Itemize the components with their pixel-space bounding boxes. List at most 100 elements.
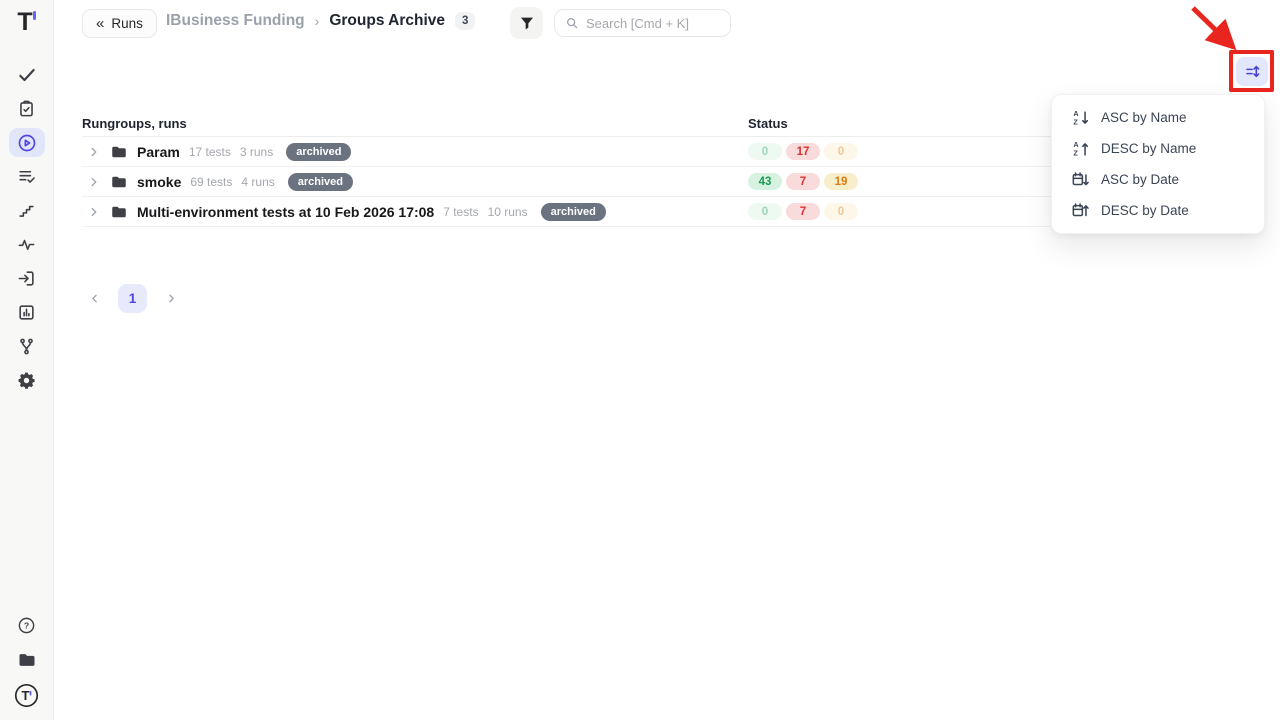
help-icon: ? xyxy=(17,616,36,635)
breadcrumb: IBusiness Funding › Groups Archive 3 xyxy=(166,12,475,30)
sort-az-up-icon: AZ xyxy=(1072,140,1090,158)
passed-chip: 0 xyxy=(748,203,782,220)
page-number-button[interactable]: 1 xyxy=(118,284,147,313)
sidebar-item-projects[interactable] xyxy=(9,647,45,673)
expand-chevron-icon[interactable] xyxy=(87,205,101,219)
folder-icon xyxy=(110,173,128,191)
tests-count: 69 tests xyxy=(190,175,232,189)
sort-button[interactable] xyxy=(1236,57,1268,86)
sidebar-item-tests[interactable] xyxy=(9,60,45,89)
rungroups-table: Rungroups, runs Status Param 17 tests 3 … xyxy=(82,111,1198,227)
sidebar-item-settings[interactable] xyxy=(9,366,45,395)
sidebar-nav xyxy=(9,60,45,395)
rungroup-name[interactable]: smoke xyxy=(137,174,181,190)
sidebar-item-plans[interactable] xyxy=(9,94,45,123)
search-box xyxy=(554,9,731,37)
sidebar-item-branches[interactable] xyxy=(9,332,45,361)
runs-count: 4 runs xyxy=(241,175,274,189)
folder-icon xyxy=(17,650,37,670)
chevron-left-icon xyxy=(88,292,101,305)
passed-chip: 43 xyxy=(748,173,782,190)
column-header-rungroups: Rungroups, runs xyxy=(82,116,748,131)
filter-button[interactable] xyxy=(510,7,543,39)
menu-item-desc-by-name[interactable]: AZ DESC by Name xyxy=(1052,133,1264,164)
logo-t-glyph: T xyxy=(17,8,31,36)
folder-icon xyxy=(110,203,128,221)
row-main: smoke 69 tests 4 runs archived xyxy=(82,173,748,191)
search-icon xyxy=(565,16,579,30)
back-button-label: Runs xyxy=(111,16,143,31)
chevron-right-icon xyxy=(165,292,178,305)
play-circle-icon xyxy=(17,133,37,153)
stairs-icon xyxy=(17,201,36,220)
sidebar-item-analytics[interactable] xyxy=(9,230,45,259)
rungroup-row[interactable]: Multi-environment tests at 10 Feb 2026 1… xyxy=(82,197,1198,227)
menu-item-label: ASC by Date xyxy=(1101,172,1179,187)
sidebar-bottom: ? T xyxy=(9,612,45,708)
user-avatar[interactable]: T xyxy=(9,682,45,708)
folder-icon xyxy=(110,143,128,161)
sidebar-item-help[interactable]: ? xyxy=(9,612,45,638)
status-chips: 43 7 19 xyxy=(748,173,858,190)
archived-badge: archived xyxy=(541,203,606,221)
calendar-down-icon xyxy=(1072,171,1090,189)
rungroup-row[interactable]: smoke 69 tests 4 runs archived 43 7 19 xyxy=(82,167,1198,197)
gear-icon xyxy=(17,371,36,390)
prev-page-button[interactable] xyxy=(82,284,106,313)
row-main: Param 17 tests 3 runs archived xyxy=(82,143,748,161)
sidebar-item-runs[interactable] xyxy=(9,128,45,157)
avatar-logo-icon: T xyxy=(14,683,39,708)
runs-count: 10 runs xyxy=(488,205,528,219)
svg-text:?: ? xyxy=(24,620,29,630)
skipped-chip: 0 xyxy=(824,203,858,220)
calendar-up-icon xyxy=(1072,202,1090,220)
sort-icon xyxy=(1244,63,1261,80)
archived-badge: archived xyxy=(288,173,353,191)
sidebar: T xyxy=(0,0,54,720)
search-input[interactable] xyxy=(586,16,762,31)
skipped-chip: 19 xyxy=(824,173,858,190)
rungroup-name[interactable]: Param xyxy=(137,144,180,160)
rungroup-name[interactable]: Multi-environment tests at 10 Feb 2026 1… xyxy=(137,204,434,220)
logo-tick xyxy=(33,11,36,20)
sign-in-icon xyxy=(17,269,36,288)
failed-chip: 17 xyxy=(786,143,820,160)
bar-chart-icon xyxy=(17,303,36,322)
failed-chip: 7 xyxy=(786,203,820,220)
tests-count: 17 tests xyxy=(189,145,231,159)
expand-chevron-icon[interactable] xyxy=(87,145,101,159)
svg-text:Z: Z xyxy=(1073,117,1078,126)
sort-az-down-icon: AZ xyxy=(1072,109,1090,127)
sidebar-item-milestones[interactable] xyxy=(9,196,45,225)
check-icon xyxy=(17,65,37,85)
next-page-button[interactable] xyxy=(159,284,183,313)
menu-item-label: ASC by Name xyxy=(1101,110,1187,125)
menu-item-asc-by-name[interactable]: AZ ASC by Name xyxy=(1052,102,1264,133)
sidebar-item-reports[interactable] xyxy=(9,298,45,327)
page-title: Groups Archive xyxy=(329,12,445,30)
sidebar-item-pulls[interactable] xyxy=(9,264,45,293)
status-chips: 0 17 0 xyxy=(748,143,858,160)
breadcrumb-project[interactable]: IBusiness Funding xyxy=(166,12,305,30)
skipped-chip: 0 xyxy=(824,143,858,160)
double-chevron-left-icon: « xyxy=(96,16,104,31)
back-to-runs-button[interactable]: « Runs xyxy=(82,9,157,38)
menu-item-desc-by-date[interactable]: DESC by Date xyxy=(1052,195,1264,226)
menu-item-asc-by-date[interactable]: ASC by Date xyxy=(1052,164,1264,195)
annotation-arrow-icon xyxy=(1180,0,1250,58)
column-header-status: Status xyxy=(748,116,788,131)
pulse-icon xyxy=(17,235,36,254)
clipboard-check-icon xyxy=(17,99,36,118)
sidebar-item-results[interactable] xyxy=(9,162,45,191)
expand-chevron-icon[interactable] xyxy=(87,175,101,189)
rungroup-row[interactable]: Param 17 tests 3 runs archived 0 17 0 xyxy=(82,137,1198,167)
row-main: Multi-environment tests at 10 Feb 2026 1… xyxy=(82,203,748,221)
count-badge: 3 xyxy=(455,12,475,30)
passed-chip: 0 xyxy=(748,143,782,160)
tests-count: 7 tests xyxy=(443,205,478,219)
menu-item-label: DESC by Name xyxy=(1101,141,1196,156)
svg-text:Z: Z xyxy=(1073,148,1078,157)
app-logo[interactable]: T xyxy=(17,8,35,38)
archived-badge: archived xyxy=(286,143,351,161)
svg-text:T: T xyxy=(21,688,29,703)
